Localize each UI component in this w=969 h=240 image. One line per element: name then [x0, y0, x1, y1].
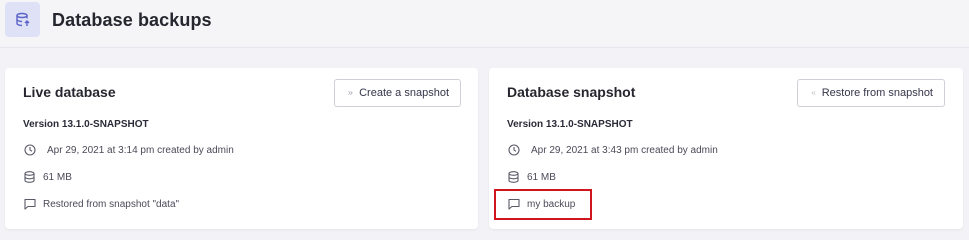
size-text: 61 MB [527, 171, 556, 183]
size-row: 61 MB [23, 170, 72, 184]
double-chevron-left-icon [811, 91, 816, 95]
clock-icon [23, 144, 36, 157]
version-label: Version 13.1.0-SNAPSHOT [23, 119, 149, 130]
comment-row: Restored from snapshot "data" [23, 197, 179, 211]
create-snapshot-label: Create a snapshot [359, 87, 449, 99]
database-icon [23, 171, 36, 184]
created-row: Apr 29, 2021 at 3:14 pm created by admin [23, 143, 234, 157]
comment-text: Restored from snapshot "data" [43, 198, 180, 210]
created-row: Apr 29, 2021 at 3:43 pm created by admin [507, 143, 718, 157]
highlight-box [494, 189, 592, 220]
card-title: Database snapshot [507, 84, 636, 100]
database-restore-icon [5, 2, 40, 37]
create-snapshot-button[interactable]: Create a snapshot [334, 79, 461, 107]
double-chevron-right-icon [348, 91, 353, 95]
restore-from-snapshot-label: Restore from snapshot [821, 87, 933, 99]
created-text: Apr 29, 2021 at 3:43 pm created by admin [531, 144, 718, 156]
comment-icon [23, 198, 36, 211]
live-database-card: Live database Create a snapshot Version … [5, 68, 478, 229]
database-icon [507, 171, 520, 184]
page-title: Database backups [52, 10, 212, 30]
page-header: Database backups [0, 0, 969, 48]
size-row: 61 MB [507, 170, 556, 184]
card-title: Live database [23, 84, 116, 100]
created-text: Apr 29, 2021 at 3:14 pm created by admin [47, 144, 234, 156]
version-label: Version 13.1.0-SNAPSHOT [507, 119, 633, 130]
clock-icon [507, 144, 520, 157]
size-text: 61 MB [43, 171, 72, 183]
restore-from-snapshot-button[interactable]: Restore from snapshot [797, 79, 945, 107]
